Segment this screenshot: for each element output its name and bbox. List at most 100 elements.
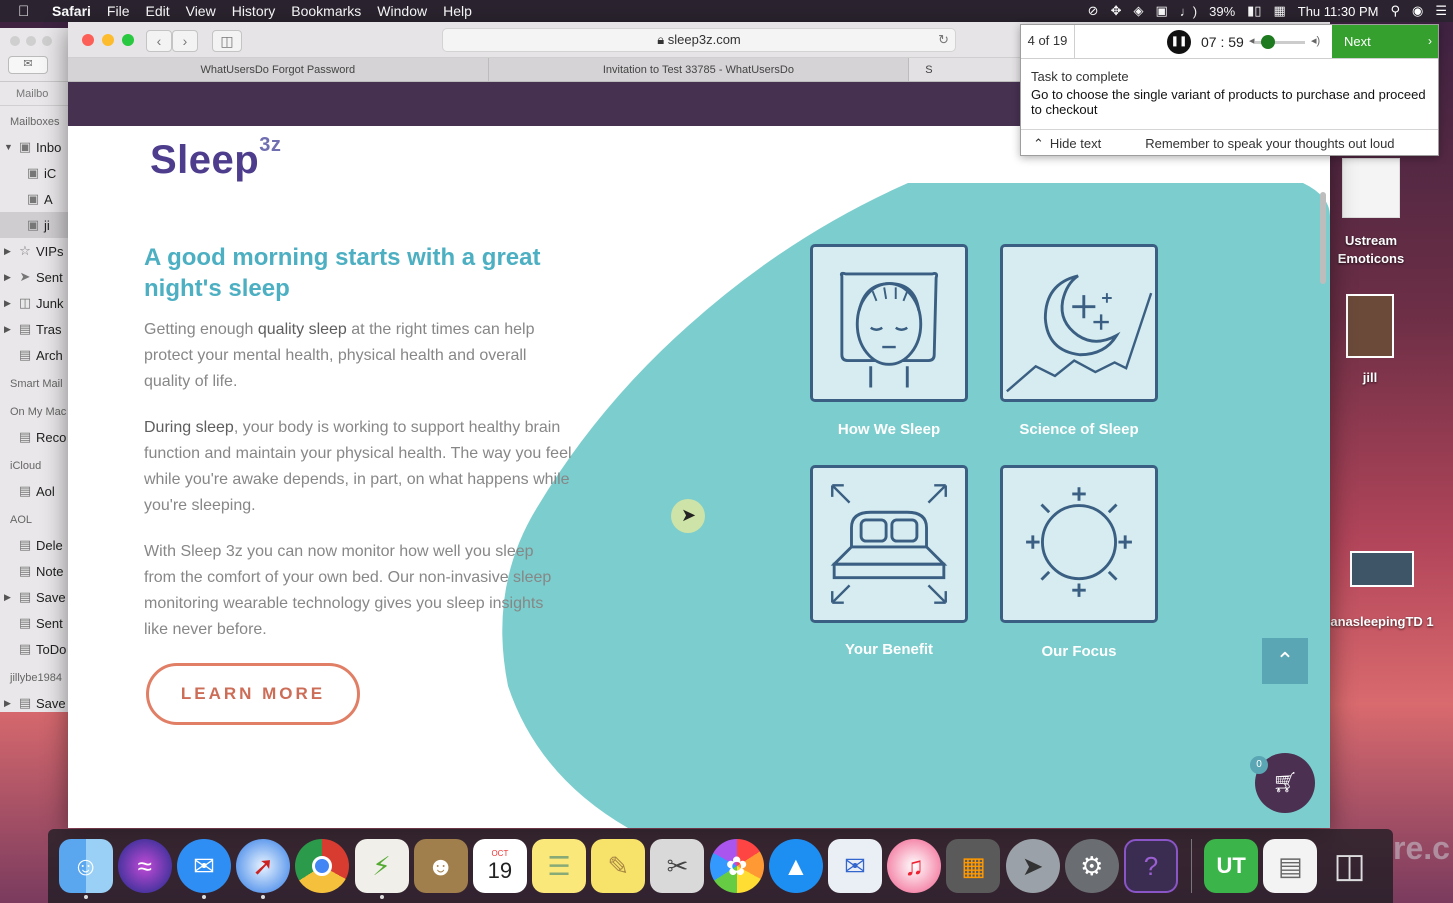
menu-clock[interactable]: Thu 11:30 PM — [1292, 4, 1385, 19]
mailbox-vips[interactable]: ▶ ☆ VIPs — [0, 238, 69, 264]
card-science-of-sleep[interactable] — [1000, 244, 1158, 402]
fullscreen-window-icon[interactable] — [122, 34, 134, 46]
dock-trash-icon[interactable]: ◫ — [1323, 839, 1377, 893]
hide-text-button[interactable]: ⌃ Hide text — [1033, 136, 1101, 152]
apple-menu-icon[interactable]:  — [18, 3, 40, 20]
dock-chrome-icon[interactable] — [295, 839, 350, 893]
mailbox-ji[interactable]: ▣ ji — [0, 212, 69, 238]
battery-icon[interactable]: ▮▯ — [1241, 3, 1267, 19]
tab-forgot-password[interactable]: WhatUsersDo Forgot Password — [68, 58, 489, 81]
dock-photos-icon[interactable]: ✿ — [709, 839, 764, 893]
site-logo[interactable]: Sleep3z — [150, 134, 281, 183]
card-how-we-sleep[interactable] — [810, 244, 968, 402]
notification-center-icon[interactable]: ☰ — [1429, 3, 1453, 19]
moon-stars-icon — [1006, 274, 1153, 393]
dock-safari-icon[interactable]: ➚ — [236, 839, 291, 899]
minimize-window-icon[interactable] — [102, 34, 114, 46]
card-label-your-benefit[interactable]: Your Benefit — [789, 641, 989, 658]
volume-icon[interactable]: ♩) — [1174, 4, 1203, 19]
card-label-how-we-sleep[interactable]: How We Sleep — [789, 421, 989, 438]
task-body: Task to complete Go to choose the single… — [1021, 59, 1438, 117]
scroll-to-top-button[interactable]: ⌃ — [1262, 638, 1308, 684]
forward-button[interactable]: › — [172, 30, 198, 52]
dock-system-preferences-icon[interactable]: ⚙ — [1064, 839, 1119, 893]
dock-calculator-icon[interactable]: ▦ — [946, 839, 1001, 893]
dock-notes-icon[interactable]: ☰ — [532, 839, 587, 893]
desktop-icon-ustream-emoticons[interactable]: Ustream Emoticons — [1331, 158, 1411, 268]
quality-sleep-link[interactable]: quality sleep — [258, 321, 347, 338]
menu-history[interactable]: History — [224, 3, 284, 19]
menu-file[interactable]: File — [99, 3, 138, 19]
pause-button[interactable]: ❚❚ — [1167, 30, 1191, 54]
siri-icon[interactable]: ◉ — [1406, 3, 1429, 19]
menu-edit[interactable]: Edit — [137, 3, 177, 19]
dock-stickies-icon[interactable]: ✎ — [591, 839, 646, 893]
dock-photo-booth-icon[interactable]: ✂ — [650, 839, 705, 893]
during-sleep-link[interactable]: During sleep — [144, 419, 234, 436]
do-not-disturb-icon[interactable]: ⊘ — [1082, 3, 1105, 19]
dock-usertesting-icon[interactable]: UT — [1204, 839, 1259, 893]
spotlight-search-icon[interactable]: ⚲ — [1384, 3, 1406, 19]
mailbox-notes[interactable]: ▤ Note — [0, 558, 69, 584]
mailbox-ic[interactable]: ▣ iC — [0, 160, 69, 186]
mailbox-recovered[interactable]: ▤ Reco — [0, 424, 69, 450]
card-label-our-focus[interactable]: Our Focus — [979, 643, 1179, 660]
dock-calendar-icon[interactable]: OCT 19 — [472, 839, 527, 893]
desktop-icon-anasleeping[interactable]: anasleepingTD 1 — [1326, 551, 1438, 630]
menu-bookmarks[interactable]: Bookmarks — [283, 3, 369, 19]
wifi-icon[interactable]: ◈ — [1127, 3, 1149, 19]
card-your-benefit[interactable] — [810, 465, 968, 623]
menu-help[interactable]: Help — [435, 3, 480, 19]
chevron-up-icon: ⌃ — [1033, 135, 1044, 151]
tab-invitation[interactable]: Invitation to Test 33785 - WhatUsersDo — [489, 58, 910, 81]
sleeping-face-icon — [839, 271, 939, 388]
card-our-focus[interactable] — [1000, 465, 1158, 623]
recording-player: ❚❚ 07 : 59 ◂ ◂) — [1075, 25, 1332, 58]
menu-window[interactable]: Window — [369, 3, 435, 19]
dock-preview-icon[interactable]: ⚡ — [354, 839, 409, 899]
desktop-icon-jill[interactable]: jill — [1332, 294, 1408, 385]
dock-app-store-icon[interactable]: ▲ — [768, 839, 823, 893]
mailbox-saved-2[interactable]: ▶ ▤ Save — [0, 690, 69, 712]
next-task-button[interactable]: Next › — [1332, 25, 1438, 58]
menu-view[interactable]: View — [178, 3, 224, 19]
dock-mail-icon[interactable]: ✉ — [828, 839, 883, 893]
mailbox-a[interactable]: ▣ A — [0, 186, 69, 212]
mailbox-todo[interactable]: ▤ ToDo — [0, 636, 69, 662]
dock-siri-icon[interactable]: ≈ — [117, 839, 172, 893]
mailbox-deleted[interactable]: ▤ Dele — [0, 532, 69, 558]
mailbox-trash[interactable]: ▶ ▤ Tras — [0, 316, 69, 342]
back-button[interactable]: ‹ — [146, 30, 172, 52]
mailbox-saved[interactable]: ▶ ▤ Save — [0, 584, 69, 610]
dock-itunes-icon[interactable]: ♫ — [887, 839, 942, 893]
dock-finder-icon[interactable]: ☺ — [58, 839, 113, 899]
learn-more-button[interactable]: LEARN MORE — [146, 663, 360, 725]
reload-icon[interactable]: ↻ — [938, 29, 949, 51]
task-label: Task to complete — [1031, 69, 1129, 84]
airplay-icon[interactable]: ▣ — [1149, 3, 1173, 19]
mailbox-junk[interactable]: ▶ ◫ Junk — [0, 290, 69, 316]
mailbox-archive[interactable]: ▤ Arch — [0, 342, 69, 368]
mailbox-aol-icloud[interactable]: ▤ Aol — [0, 478, 69, 504]
sent-icon: ➤ — [19, 269, 31, 284]
mailbox-inbox[interactable]: ▼ ▣ Inbo — [0, 134, 69, 160]
compose-icon[interactable]: ✉ — [8, 56, 48, 74]
dock-help-icon[interactable]: ? — [1123, 839, 1178, 893]
address-bar[interactable]: 🔒︎ sleep3z.com ↻ — [442, 28, 956, 52]
dock-contacts-icon[interactable]: ☻ — [413, 839, 468, 893]
display-icon[interactable]: ▦ — [1267, 3, 1291, 19]
sidebar-toggle-icon[interactable]: ◫ — [212, 30, 242, 52]
close-window-icon[interactable] — [82, 34, 94, 46]
mailbox-sent[interactable]: ▶ ➤ Sent — [0, 264, 69, 290]
mailbox-sent-aol[interactable]: ▤ Sent — [0, 610, 69, 636]
mailboxes-tab[interactable]: Mailbo — [0, 82, 69, 106]
move-icon[interactable]: ✥ — [1105, 3, 1128, 19]
dock-launchpad-icon[interactable]: ➤ — [1005, 839, 1060, 893]
volume-slider-knob[interactable] — [1261, 35, 1275, 49]
dock-messages-icon[interactable]: ✉ — [176, 839, 231, 899]
page-scrollbar[interactable] — [1320, 192, 1326, 284]
dock-documents-icon[interactable]: ▤ — [1263, 839, 1318, 893]
menu-app-safari[interactable]: Safari — [44, 3, 99, 19]
card-label-science-of-sleep[interactable]: Science of Sleep — [979, 421, 1179, 438]
battery-percent[interactable]: 39% — [1203, 4, 1241, 19]
